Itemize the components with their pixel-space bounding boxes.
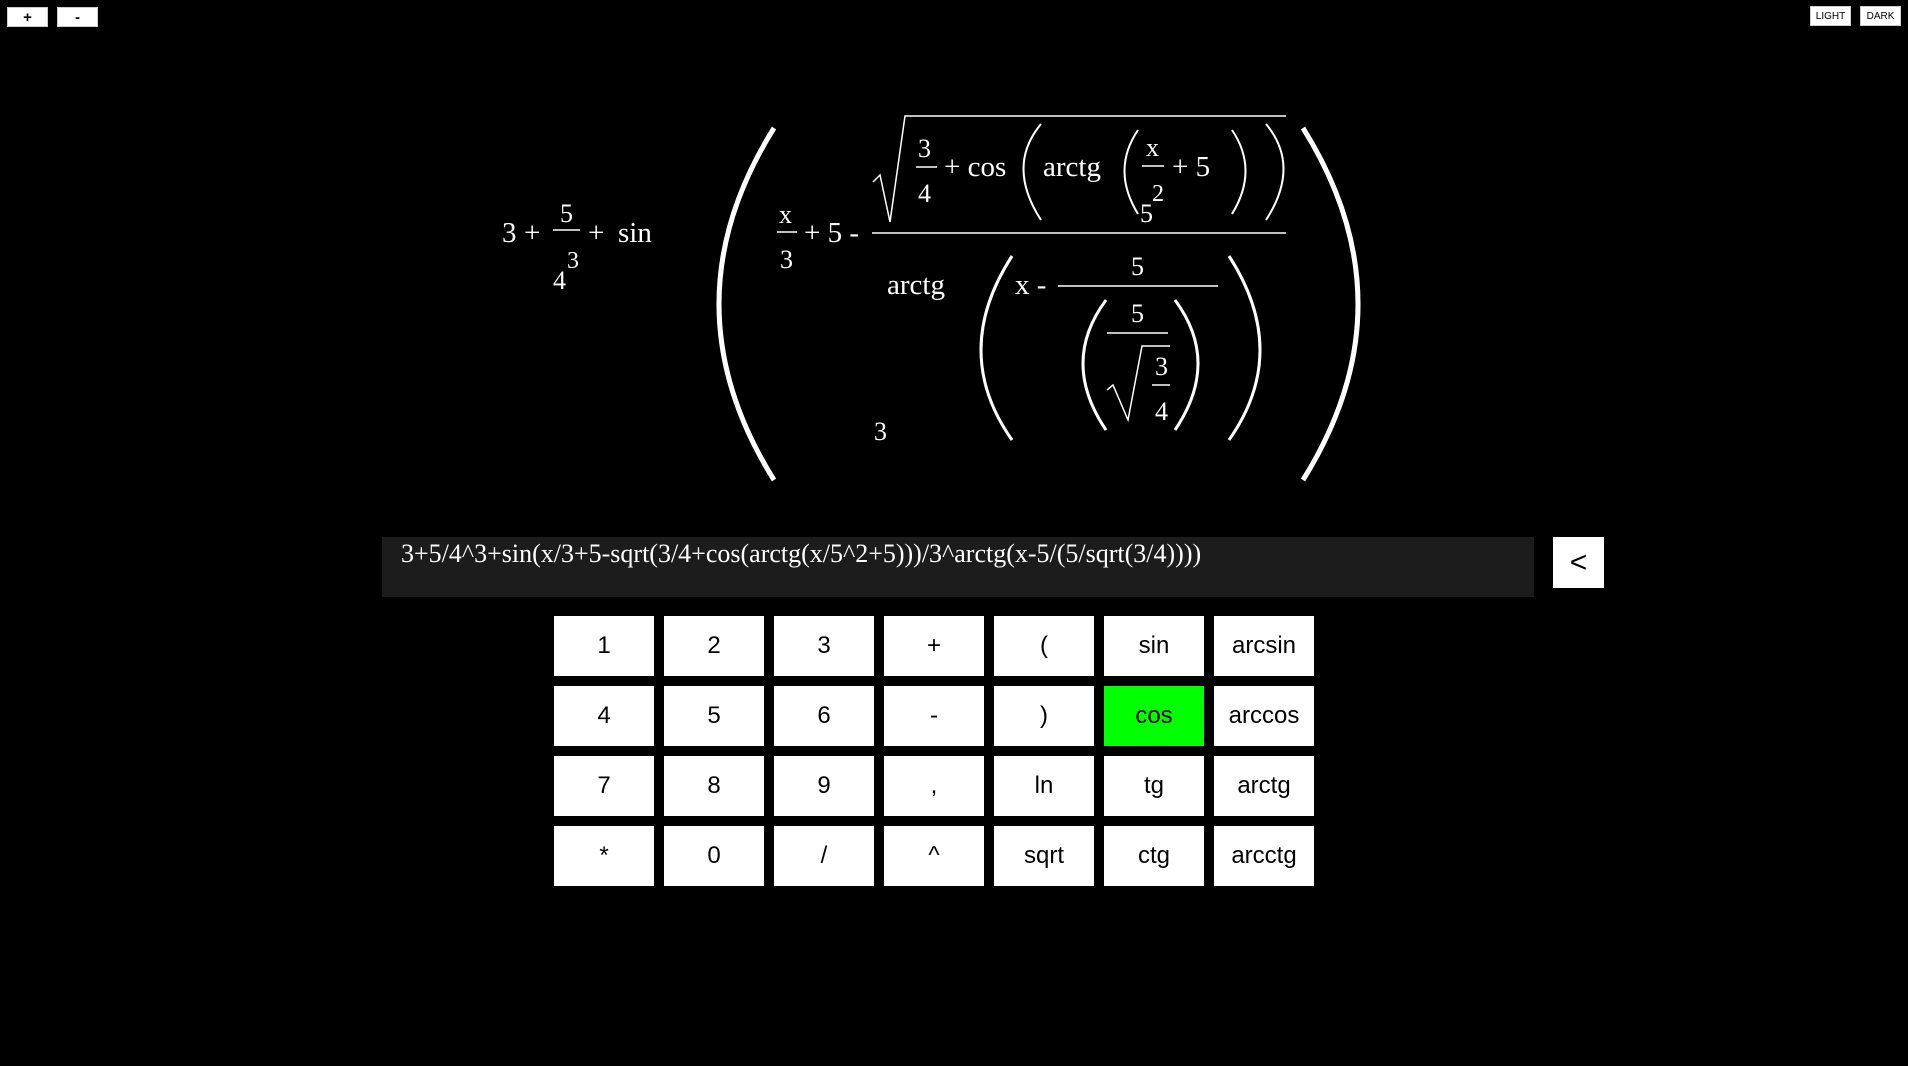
- expression-input-value: 3+5/4^3+sin(x/3+5-sqrt(3/4+cos(arctg(x/5…: [401, 539, 1202, 568]
- formula-number: 3: [780, 245, 793, 274]
- key-cos-button[interactable]: cos: [1104, 686, 1204, 746]
- formula-function: arctg: [887, 269, 945, 301]
- key-8-button[interactable]: 8: [664, 756, 764, 816]
- key-6-button[interactable]: 6: [774, 686, 874, 746]
- key-7-button[interactable]: 7: [554, 756, 654, 816]
- key-4-button[interactable]: 4: [554, 686, 654, 746]
- formula-number: 3: [918, 134, 931, 163]
- formula-exponent: 2: [1152, 181, 1164, 207]
- key-divide-button[interactable]: /: [774, 826, 874, 886]
- key-minus-button[interactable]: -: [884, 686, 984, 746]
- key-arcctg-button[interactable]: arcctg: [1214, 826, 1314, 886]
- paren-close: [1227, 255, 1262, 441]
- backspace-button[interactable]: <: [1553, 537, 1604, 588]
- formula-operator: +: [524, 217, 540, 249]
- key-arccos-button[interactable]: arccos: [1214, 686, 1314, 746]
- formula-number: 3: [874, 417, 887, 446]
- key-tg-button[interactable]: tg: [1104, 756, 1204, 816]
- key-5-button[interactable]: 5: [664, 686, 764, 746]
- key-0-button[interactable]: 0: [664, 826, 764, 886]
- formula-operator: +: [588, 217, 604, 249]
- key-comma-button[interactable]: ,: [884, 756, 984, 816]
- formula-number: 4: [1155, 397, 1168, 426]
- formula-function: arctg: [1043, 151, 1101, 183]
- key-3-button[interactable]: 3: [774, 616, 874, 676]
- key-power-button[interactable]: ^: [884, 826, 984, 886]
- keypad: 1 2 3 +(sin arcsin 4 5 6-) cos arccos 7 8 9, ln tg arct…: [554, 616, 1314, 886]
- key-arctg-button[interactable]: arctg: [1214, 756, 1314, 816]
- formula-number: 3: [1155, 352, 1168, 381]
- paren-close: [1265, 123, 1285, 221]
- key-plus-button[interactable]: +: [884, 616, 984, 676]
- formula-number: 5: [560, 199, 573, 228]
- formula-variable: x: [779, 200, 792, 229]
- key-sqrt-button[interactable]: sqrt: [994, 826, 1094, 886]
- expression-input[interactable]: 3+5/4^3+sin(x/3+5-sqrt(3/4+cos(arctg(x/5…: [382, 537, 1534, 597]
- paren-open: [1022, 123, 1042, 221]
- key-sin-button[interactable]: sin: [1104, 616, 1204, 676]
- formula-display: 3 + 5 4 3 + sin x 3 + 5 - 3 4 + cos arct…: [502, 115, 1361, 482]
- key-ln-button[interactable]: ln: [994, 756, 1094, 816]
- formula-operator: + 5 -: [804, 217, 859, 249]
- formula-number: 3: [502, 217, 517, 249]
- paren-close: [1231, 129, 1247, 215]
- paren-open: [1081, 299, 1108, 431]
- paren-open: [979, 255, 1014, 441]
- formula-number: 4: [553, 266, 566, 295]
- key-close-paren-button[interactable]: ): [994, 686, 1094, 746]
- outer-right-paren: [1300, 126, 1361, 482]
- paren-close: [1173, 299, 1200, 431]
- key-ctg-button[interactable]: ctg: [1104, 826, 1204, 886]
- outer-left-paren: [716, 126, 777, 482]
- formula-variable: x: [1146, 133, 1159, 162]
- key-2-button[interactable]: 2: [664, 616, 764, 676]
- key-open-paren-button[interactable]: (: [994, 616, 1094, 676]
- formula-number: 4: [918, 179, 931, 208]
- formula-number: 5: [1131, 252, 1144, 281]
- key-1-button[interactable]: 1: [554, 616, 654, 676]
- formula-function: sin: [618, 217, 652, 249]
- key-multiply-button[interactable]: *: [554, 826, 654, 886]
- formula-operator: x -: [1015, 269, 1046, 301]
- formula-function: + cos: [944, 151, 1006, 183]
- key-arcsin-button[interactable]: arcsin: [1214, 616, 1314, 676]
- key-9-button[interactable]: 9: [774, 756, 874, 816]
- formula-operator: + 5: [1172, 151, 1210, 183]
- paren-open: [1123, 129, 1139, 215]
- formula-exponent: 3: [567, 248, 579, 274]
- formula-number: 5: [1131, 299, 1144, 328]
